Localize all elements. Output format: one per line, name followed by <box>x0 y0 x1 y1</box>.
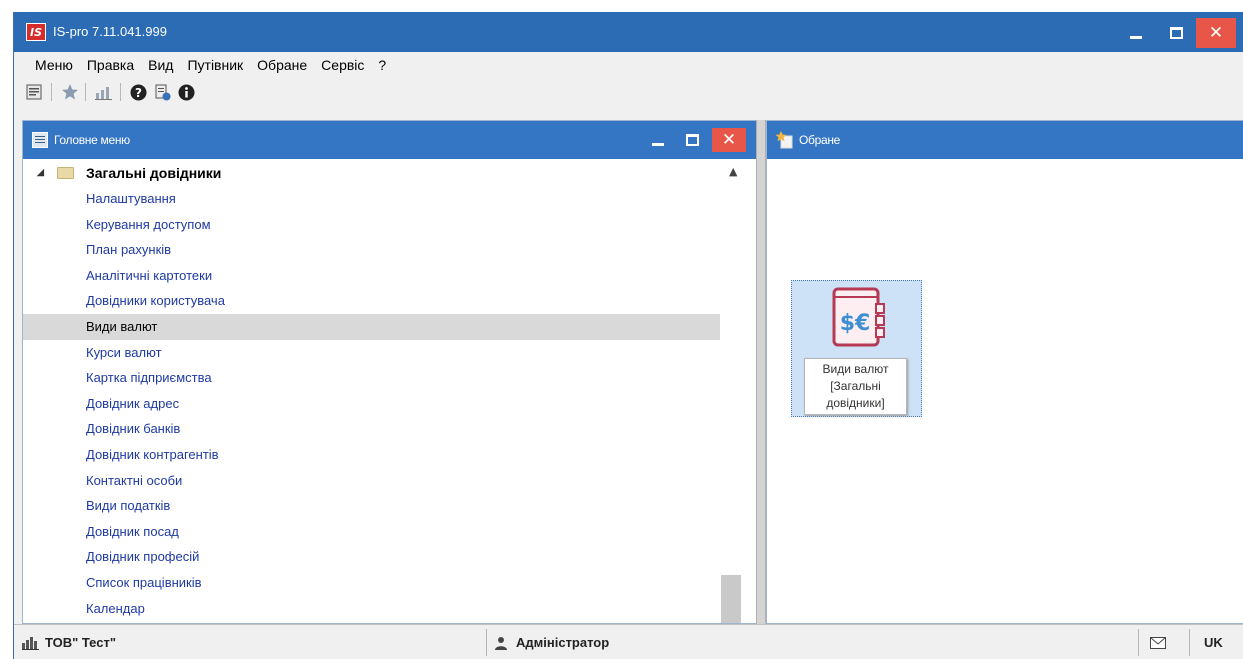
panel-maximize-button[interactable] <box>675 128 709 152</box>
favorites-title: Обране <box>799 133 841 147</box>
folder-icon <box>57 166 74 179</box>
favorites-icon <box>775 131 793 149</box>
menu-list-icon <box>32 132 48 148</box>
scroll-up-arrow-icon[interactable]: ▲ <box>729 165 737 178</box>
tree-item-counterparty-directory[interactable]: Довідник контрагентів <box>23 442 720 468</box>
window-title: IS-pro 7.11.041.999 <box>53 24 167 39</box>
status-bar: ТОВ" Тест" Адміністратор UK <box>14 624 1243 659</box>
svg-text:?: ? <box>135 86 142 100</box>
tree-item-exchange-rates[interactable]: Курси валют <box>23 340 720 366</box>
user-icon <box>495 636 507 650</box>
favorite-tile-label-line1: Види валют <box>822 362 889 376</box>
document-help-icon[interactable] <box>152 82 172 102</box>
tree-item-bank-directory[interactable]: Довідник банків <box>23 416 720 442</box>
info-icon[interactable] <box>176 82 196 102</box>
messages-envelope-icon[interactable] <box>1150 629 1166 656</box>
maximize-button[interactable] <box>1156 18 1196 48</box>
tree-root-general-directories[interactable]: ◢ Загальні довідники <box>23 159 720 186</box>
close-button[interactable]: ✕ <box>1196 18 1236 48</box>
toolbar-separator <box>51 83 52 101</box>
status-divider <box>1138 629 1139 656</box>
close-icon: ✕ <box>721 130 737 150</box>
panel-close-button[interactable]: ✕ <box>712 128 746 152</box>
favorites-panel: Обране $€ Види валют [Загальні довідники… <box>766 120 1243 624</box>
menu-item-service[interactable]: Сервіс <box>321 57 364 73</box>
favorite-tile-label-line3: довідники] <box>826 396 885 410</box>
maximize-icon <box>1169 27 1183 39</box>
window-list-icon[interactable] <box>24 82 44 102</box>
tree-root-label: Загальні довідники <box>86 164 222 181</box>
menu-item-edit[interactable]: Правка <box>87 57 134 73</box>
tree-item-settings[interactable]: Налаштування <box>23 186 720 212</box>
currency-book-icon: $€ <box>832 287 885 347</box>
tree-item-address-directory[interactable]: Довідник адрес <box>23 391 720 417</box>
tree-item-chart-of-accounts[interactable]: План рахунків <box>23 237 720 263</box>
favorite-tile-currency-types[interactable]: $€ Види валют [Загальні довідники] <box>791 280 922 417</box>
menu-item-favorites[interactable]: Обране <box>257 57 307 73</box>
user-name: Адміністратор <box>516 635 610 650</box>
tree-item-professions-directory[interactable]: Довідник професій <box>23 544 720 570</box>
tree-item-user-directories[interactable]: Довідники користувача <box>23 288 720 314</box>
menu-item-view[interactable]: Вид <box>148 57 173 73</box>
menu-item-guide[interactable]: Путівник <box>187 57 243 73</box>
favorite-tile-label: Види валют [Загальні довідники] <box>804 358 907 415</box>
status-divider <box>486 629 487 656</box>
favorites-panel-header: Обране <box>767 121 1243 159</box>
toolbar: ? <box>14 79 1243 105</box>
toolbar-separator <box>120 83 121 101</box>
minimize-icon <box>652 142 664 146</box>
panel-splitter[interactable] <box>756 120 766 624</box>
tree-item-calendar[interactable]: Календар <box>23 596 720 622</box>
status-organization[interactable]: ТОВ" Тест" <box>22 629 116 656</box>
status-divider <box>1189 629 1190 656</box>
minimize-icon <box>1130 35 1142 39</box>
title-bar[interactable]: IS IS-pro 7.11.041.999 ✕ <box>14 12 1243 52</box>
main-window: IS IS-pro 7.11.041.999 ✕ Меню Правка Вид… <box>13 12 1243 659</box>
close-icon: ✕ <box>1208 23 1224 43</box>
menu-bar: Меню Правка Вид Путівник Обране Сервіс ? <box>14 52 1243 77</box>
main-menu-panel: Головне меню ✕ ◢ Загальні довідники Нала… <box>22 120 765 624</box>
main-menu-title: Головне меню <box>54 133 130 147</box>
tree-item-tax-types[interactable]: Види податків <box>23 493 720 519</box>
minimize-button[interactable] <box>1116 18 1156 48</box>
main-menu-panel-header[interactable]: Головне меню ✕ <box>23 121 764 159</box>
star-icon[interactable] <box>60 82 80 102</box>
organization-icon <box>22 636 39 650</box>
tree-item-currency-types[interactable]: Види валют <box>23 313 720 340</box>
main-menu-tree: ◢ Загальні довідники Налаштування Керува… <box>23 159 720 623</box>
tree-item-access-control[interactable]: Керування доступом <box>23 212 720 238</box>
tree-item-contact-persons[interactable]: Контактні особи <box>23 468 720 494</box>
collapse-triangle-icon[interactable]: ◢ <box>37 167 47 178</box>
maximize-icon <box>685 134 699 146</box>
menu-item-help[interactable]: ? <box>378 57 386 73</box>
favorite-tile-label-line2: [Загальні <box>830 379 881 393</box>
tree-item-positions-directory[interactable]: Довідник посад <box>23 519 720 545</box>
language-indicator[interactable]: UK <box>1204 629 1223 656</box>
scrollbar-thumb[interactable] <box>721 575 741 623</box>
help-icon[interactable]: ? <box>128 82 148 102</box>
currency-symbol-text: $€ <box>840 311 871 336</box>
tree-item-employee-list[interactable]: Список працівників <box>23 570 720 596</box>
panel-minimize-button[interactable] <box>641 128 675 152</box>
toolbar-separator <box>85 83 86 101</box>
app-logo-icon: IS <box>26 23 46 41</box>
chart-icon[interactable] <box>94 82 114 102</box>
tree-item-company-card[interactable]: Картка підприємства <box>23 365 720 391</box>
status-user[interactable]: Адміністратор <box>494 629 609 656</box>
organization-name: ТОВ" Тест" <box>45 635 117 650</box>
tree-item-analytic-files[interactable]: Аналітичні картотеки <box>23 263 720 289</box>
menu-item-menu[interactable]: Меню <box>35 57 73 73</box>
